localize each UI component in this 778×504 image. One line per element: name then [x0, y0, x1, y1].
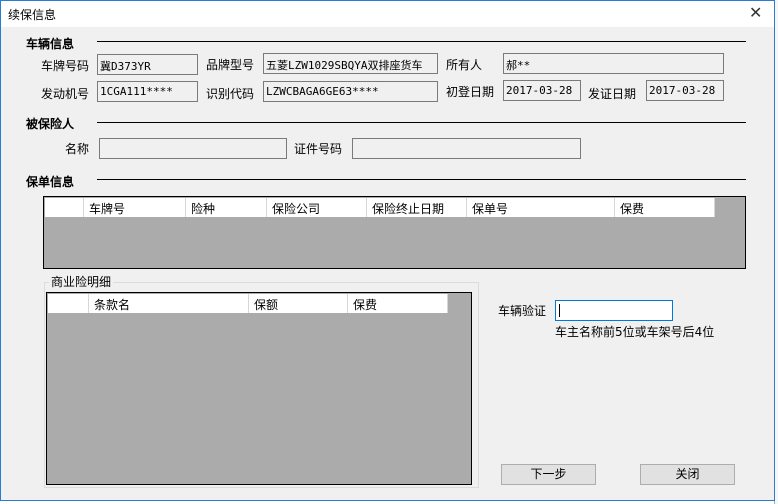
insured-id-field[interactable] — [352, 138, 581, 159]
vin-field[interactable]: LZWCBAGA6GE63**** — [263, 81, 438, 102]
divider — [97, 41, 746, 42]
column-header-type[interactable]: 险种 — [186, 198, 267, 217]
column-header-company[interactable]: 保险公司 — [267, 198, 367, 217]
next-button[interactable]: 下一步 — [501, 464, 596, 485]
window-title: 续保信息 — [8, 8, 57, 22]
verify-input[interactable] — [555, 300, 673, 321]
close-icon[interactable]: ✕ — [749, 3, 762, 22]
model-label: 品牌型号 — [206, 58, 255, 72]
owner-label: 所有人 — [446, 58, 483, 72]
commercial-title: 商业险明细 — [49, 273, 114, 290]
policy-grid-header: 车牌号 险种 保险公司 保险终止日期 保单号 保费 — [45, 198, 715, 217]
owner-field[interactable]: 郝** — [503, 53, 724, 74]
text-caret — [559, 304, 560, 317]
verify-hint: 车主名称前5位或车架号后4位 — [555, 325, 715, 339]
divider — [97, 179, 746, 180]
divider — [97, 122, 746, 123]
policy-grid[interactable]: 车牌号 险种 保险公司 保险终止日期 保单号 保费 — [43, 196, 746, 269]
issue-label: 发证日期 — [588, 87, 637, 101]
column-header-plate[interactable]: 车牌号 — [84, 198, 186, 217]
section-vehicle: 车辆信息 — [26, 37, 75, 51]
insured-name-label: 名称 — [65, 142, 90, 156]
title-bar: 续保信息 ✕ — [1, 1, 774, 27]
section-policy: 保单信息 — [26, 175, 75, 189]
column-header-premium[interactable]: 保费 — [348, 294, 448, 313]
plate-field[interactable]: 冀D373YR — [97, 54, 198, 75]
verify-label: 车辆验证 — [498, 304, 547, 318]
column-header-end-date[interactable]: 保险终止日期 — [367, 198, 467, 217]
column-header-row[interactable] — [45, 198, 84, 217]
vin-label: 识别代码 — [206, 87, 255, 101]
column-header-policy-no[interactable]: 保单号 — [467, 198, 615, 217]
engine-field[interactable]: 1CGA111**** — [97, 81, 198, 102]
commercial-grid[interactable]: 条款名 保额 保费 — [46, 292, 472, 485]
section-insured: 被保险人 — [26, 117, 75, 131]
column-header-clause[interactable]: 条款名 — [89, 294, 249, 313]
plate-label: 车牌号码 — [41, 59, 90, 73]
close-button[interactable]: 关闭 — [640, 464, 735, 485]
insured-name-field[interactable] — [99, 138, 287, 159]
renewal-dialog: 续保信息 ✕ 车辆信息 车牌号码 冀D373YR 品牌型号 五菱LZW1029S… — [0, 0, 775, 501]
issue-field[interactable]: 2017-03-28 — [646, 80, 724, 101]
column-header-row[interactable] — [48, 294, 89, 313]
engine-label: 发动机号 — [41, 87, 90, 101]
commercial-grid-header: 条款名 保额 保费 — [48, 294, 448, 313]
first-reg-field[interactable]: 2017-03-28 — [503, 80, 581, 101]
first-reg-label: 初登日期 — [446, 85, 495, 99]
model-field[interactable]: 五菱LZW1029SBQYA双排座货车 — [263, 53, 438, 74]
insured-id-label: 证件号码 — [294, 142, 343, 156]
column-header-premium[interactable]: 保费 — [615, 198, 715, 217]
column-header-amount[interactable]: 保额 — [249, 294, 348, 313]
